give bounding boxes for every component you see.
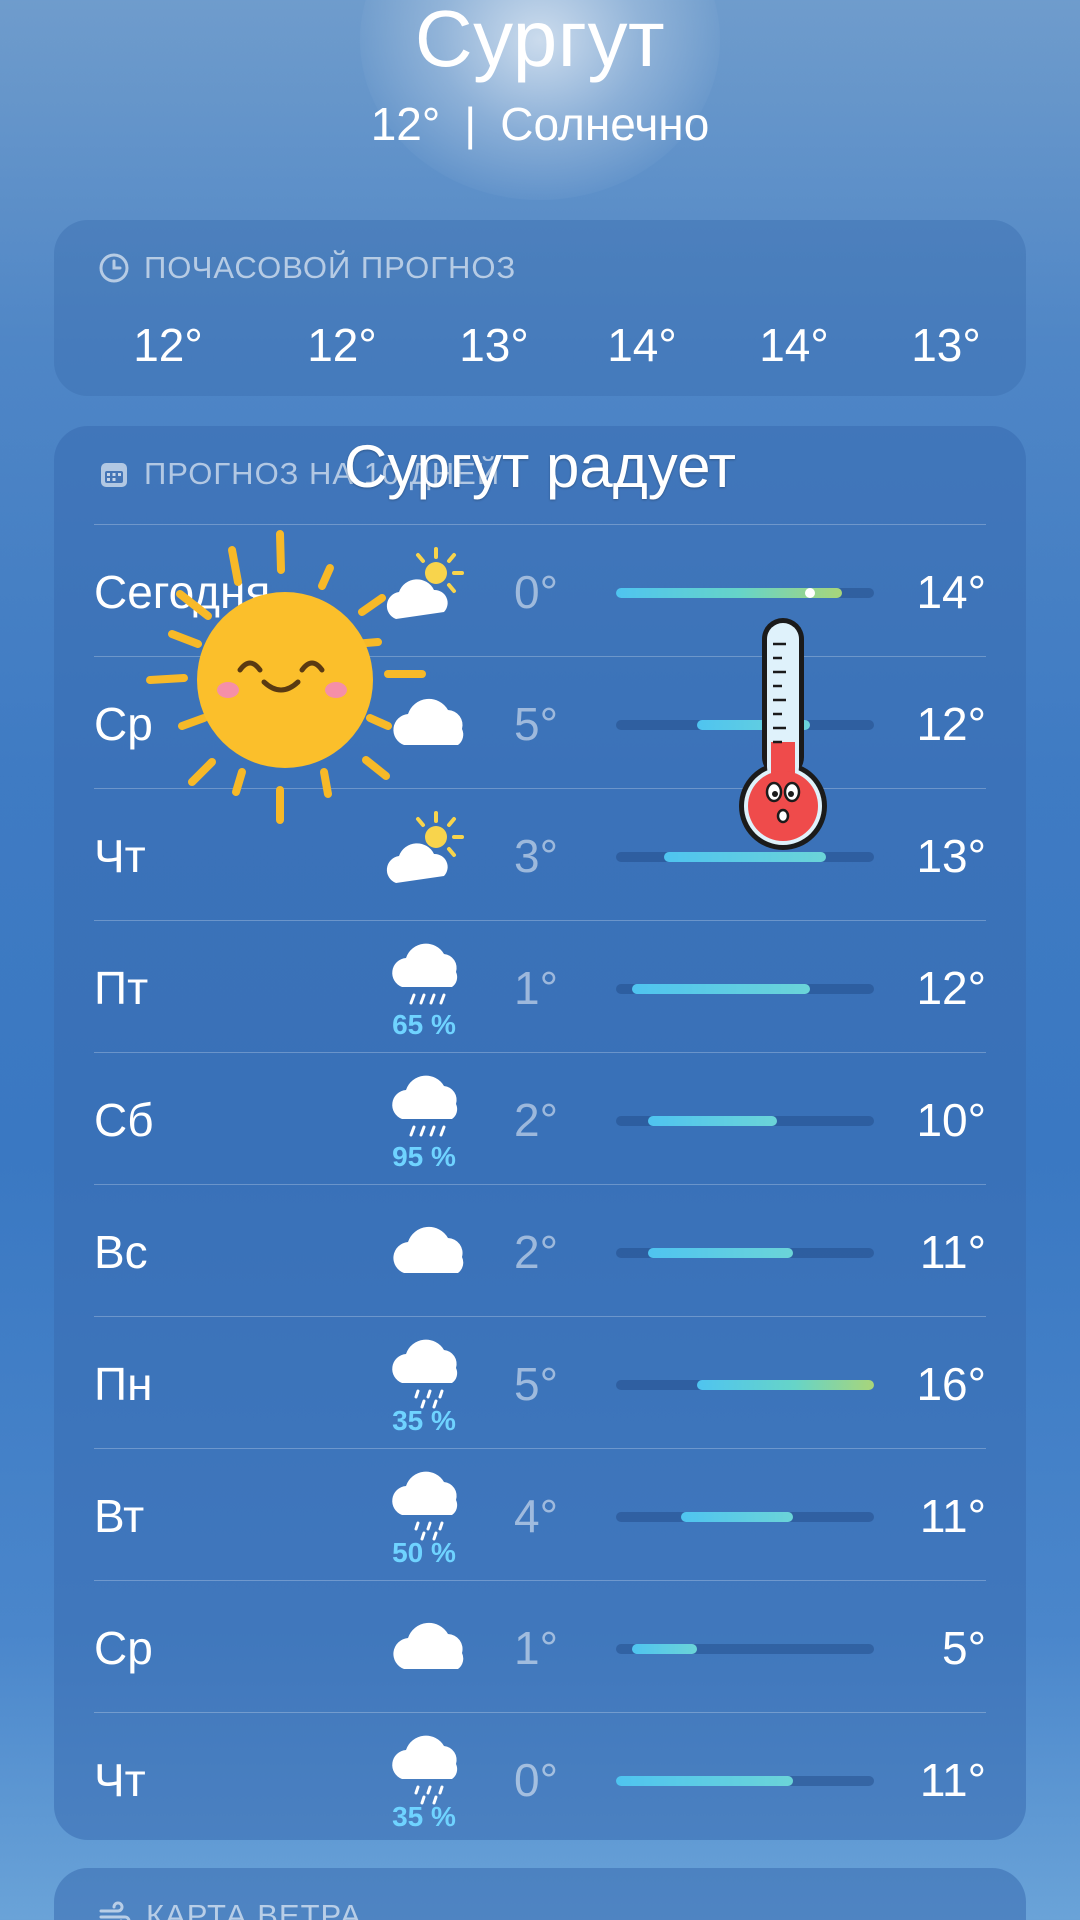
current-summary: 12° | Солнечно xyxy=(0,96,1080,152)
daily-forecast-row[interactable]: Сб 95 % 2° 10° xyxy=(94,1052,986,1184)
daily-forecast-row[interactable]: Ср 1° 5° xyxy=(94,1580,986,1712)
max-temperature: 10° xyxy=(916,1094,986,1146)
min-temperature: 0° xyxy=(514,1754,558,1806)
min-temperature: 1° xyxy=(514,962,558,1014)
hourly-forecast-card[interactable]: ПОЧАСОВОЙ ПРОГНОЗ 12° 12° 13° 14° 14° 13… xyxy=(54,220,1026,396)
min-temperature: 5° xyxy=(514,698,558,750)
precipitation-chance: 50 % xyxy=(392,1537,456,1568)
max-temperature: 12° xyxy=(916,698,986,750)
day-label: Чт xyxy=(94,830,146,882)
max-temperature: 13° xyxy=(916,830,986,882)
temperature-range-fill xyxy=(648,1116,778,1126)
precipitation-chance: 35 % xyxy=(392,1405,456,1436)
overlay-title: Сургут радует xyxy=(344,433,736,500)
wind-map-label: КАРТА ВЕТРА xyxy=(146,1898,362,1920)
current-temperature: 12° xyxy=(370,98,441,150)
temperature-range-fill xyxy=(632,1644,697,1654)
hourly-forecast-header: ПОЧАСОВОЙ ПРОГНОЗ xyxy=(98,250,516,286)
cloud-icon xyxy=(374,1203,474,1303)
cloud-icon xyxy=(374,1599,474,1699)
day-label: Вт xyxy=(94,1490,145,1542)
daily-forecast-row[interactable]: Вт 50 % 4° 11° xyxy=(94,1448,986,1580)
hourly-temp: 13° xyxy=(459,319,529,371)
temperature-range-fill xyxy=(680,1512,794,1522)
current-condition: Солнечно xyxy=(500,98,710,150)
clock-icon xyxy=(99,253,129,283)
hourly-forecast-label: ПОЧАСОВОЙ ПРОГНОЗ xyxy=(144,250,517,285)
sun-sticker-icon xyxy=(146,530,426,824)
max-temperature: 11° xyxy=(919,1490,986,1542)
max-temperature: 5° xyxy=(942,1622,986,1674)
day-label: Ср xyxy=(94,1622,153,1674)
day-label: Вс xyxy=(94,1226,148,1278)
min-temperature: 5° xyxy=(514,1358,558,1410)
wind-map-header: КАРТА ВЕТРА xyxy=(98,1898,362,1920)
temperature-range-fill xyxy=(696,1380,874,1390)
temperature-range-bar xyxy=(616,1776,874,1786)
max-temperature: 11° xyxy=(919,1754,986,1806)
temperature-range-bar xyxy=(616,984,874,994)
max-temperature: 14° xyxy=(916,566,986,618)
city-name: Сургут xyxy=(414,0,666,83)
temperature-range-fill xyxy=(632,984,810,994)
min-temperature: 0° xyxy=(514,566,558,618)
temperature-range-bar xyxy=(616,1512,874,1522)
temperature-range-fill xyxy=(616,1776,794,1786)
day-label: Чт xyxy=(94,1754,146,1806)
max-temperature: 16° xyxy=(916,1358,986,1410)
location-header: Сургут 12° | Солнечно xyxy=(0,0,1080,152)
summary-separator: | xyxy=(464,98,477,150)
hourly-temps-strip[interactable]: 12° 12° 13° 14° 14° 13° xyxy=(54,308,1026,374)
daily-forecast-row[interactable]: Пн 35 % 5° 16° xyxy=(94,1316,986,1448)
min-temperature: 3° xyxy=(514,830,558,882)
min-temperature: 1° xyxy=(514,1622,558,1674)
thermometer-sticker-icon xyxy=(739,618,827,850)
wind-map-card[interactable]: КАРТА ВЕТРА xyxy=(54,1868,1026,1920)
min-temperature: 2° xyxy=(514,1094,558,1146)
day-label: Пт xyxy=(94,962,149,1014)
precipitation-chance: 95 % xyxy=(392,1141,456,1172)
day-label: Сб xyxy=(94,1094,154,1146)
temperature-range-bar xyxy=(616,1248,874,1258)
daily-forecast-row[interactable]: Вс 2° 11° xyxy=(94,1184,986,1316)
hourly-temp: 14° xyxy=(759,319,829,371)
daily-forecast-row[interactable]: Чт 35 % 0° 11° xyxy=(94,1712,986,1844)
temperature-range-fill xyxy=(648,1248,794,1258)
day-label: Пн xyxy=(94,1358,153,1410)
hourly-temp: 14° xyxy=(607,319,677,371)
temperature-range-bar xyxy=(616,1116,874,1126)
max-temperature: 12° xyxy=(916,962,986,1014)
precipitation-chance: 35 % xyxy=(392,1801,456,1832)
temperature-range-bar xyxy=(616,588,874,598)
min-temperature: 4° xyxy=(514,1490,558,1542)
current-temperature-dot xyxy=(804,588,815,598)
daily-forecast-row[interactable]: Пт 65 % 1° 12° xyxy=(94,920,986,1052)
hourly-temp: 12° xyxy=(133,319,203,371)
wind-icon xyxy=(99,1901,131,1920)
hourly-temp: 13° xyxy=(911,319,981,371)
temperature-range-bar xyxy=(616,1644,874,1654)
hourly-temp: 12° xyxy=(307,319,377,371)
temperature-range-bar xyxy=(616,1380,874,1390)
min-temperature: 2° xyxy=(514,1226,558,1278)
precipitation-chance: 65 % xyxy=(392,1009,456,1040)
max-temperature: 11° xyxy=(919,1226,986,1278)
